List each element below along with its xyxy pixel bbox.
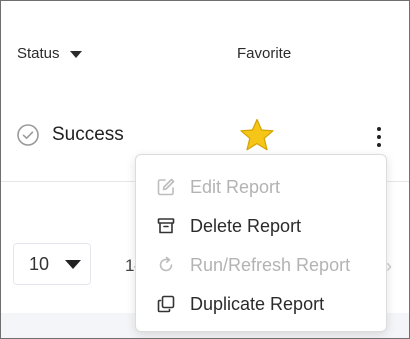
archive-icon: [156, 216, 176, 236]
menu-item-delete-report[interactable]: Delete Report: [156, 214, 301, 238]
status-column-header[interactable]: Status: [17, 45, 82, 62]
status-column-label: Status: [17, 45, 60, 62]
report-table-panel: Status Favorite Success 10 1– ›: [0, 0, 410, 339]
check-circle-icon: [16, 123, 40, 147]
menu-item-label: Duplicate Report: [190, 293, 325, 314]
menu-item-run-refresh-report[interactable]: Run/Refresh Report: [156, 253, 350, 277]
report-actions-menu: Edit Report Delete Report Run/Refresh Re…: [135, 154, 387, 332]
favorite-star-icon[interactable]: [239, 118, 275, 152]
menu-item-edit-report[interactable]: Edit Report: [156, 175, 280, 199]
kebab-dot: [377, 127, 381, 131]
sort-caret-down-icon[interactable]: [69, 50, 82, 58]
kebab-dot: [377, 143, 381, 147]
status-value: Success: [52, 124, 124, 145]
menu-item-label: Edit Report: [190, 176, 281, 197]
kebab-dot: [377, 135, 381, 139]
copy-icon: [156, 294, 176, 314]
status-cell: Success: [16, 123, 124, 147]
caret-down-icon: [65, 259, 82, 269]
favorite-column-header: Favorite: [237, 45, 292, 62]
rows-per-page-select[interactable]: 10: [13, 243, 91, 285]
menu-item-label: Delete Report: [190, 215, 302, 236]
rows-per-page-value: 10: [29, 253, 50, 274]
more-actions-kebab-icon[interactable]: [371, 127, 387, 147]
menu-item-label: Run/Refresh Report: [190, 254, 351, 275]
refresh-icon: [156, 255, 176, 275]
edit-icon: [156, 177, 176, 197]
menu-item-duplicate-report[interactable]: Duplicate Report: [156, 292, 324, 316]
